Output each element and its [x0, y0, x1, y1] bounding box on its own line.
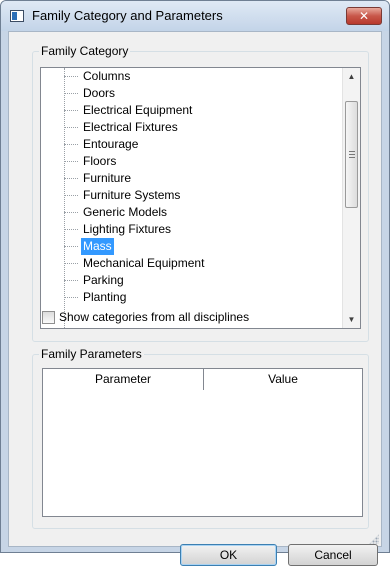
tree-connector-icon [64, 212, 78, 213]
category-item-label: Planting [83, 290, 127, 304]
tree-connector-icon [64, 229, 78, 230]
tree-connector-icon [64, 76, 78, 77]
scroll-grip-icon [349, 151, 355, 158]
scroll-down-arrow-icon[interactable]: ▼ [343, 311, 360, 328]
title-bar[interactable]: Family Category and Parameters ✕ [1, 1, 389, 31]
tree-connector-icon [64, 93, 78, 94]
category-item-label: Doors [83, 86, 116, 100]
parameters-table-header: Parameter Value [43, 369, 362, 390]
category-tree[interactable]: Columns Doors Electrical Equipment Electric… [40, 67, 361, 329]
category-item[interactable]: Mechanical Equipment [64, 255, 206, 272]
category-item[interactable]: Columns [64, 68, 132, 85]
category-item[interactable]: Electrical Fixtures [64, 119, 180, 136]
tree-connector-icon [64, 127, 78, 128]
category-item[interactable]: Generic Models [64, 204, 169, 221]
category-item[interactable]: Entourage [64, 136, 140, 153]
category-scrollbar[interactable]: ▲ ▼ [342, 68, 360, 328]
category-item-label: Floors [83, 154, 117, 168]
category-item-label: Electrical Fixtures [83, 120, 178, 134]
category-item[interactable]: Furniture [64, 170, 133, 187]
tree-connector-icon [64, 144, 78, 145]
category-item-label: Mass [81, 238, 114, 255]
dialog-body: Family Category Columns Doors Electrical E… [8, 31, 382, 566]
category-item[interactable]: Furniture Systems [64, 187, 182, 204]
category-tree-items: Columns Doors Electrical Equipment Electric… [41, 68, 342, 328]
show-all-disciplines-checkbox[interactable] [42, 310, 55, 324]
category-item-label: Columns [83, 69, 131, 83]
category-item[interactable]: Mass [64, 238, 114, 255]
dialog-window: Family Category and Parameters ✕ Family … [0, 0, 390, 566]
category-item[interactable]: Doors [64, 85, 117, 102]
category-item-label: Parking [83, 273, 124, 287]
category-item-label: Furniture Systems [83, 188, 181, 202]
column-header-value[interactable]: Value [204, 369, 362, 390]
resize-grip-icon[interactable] [369, 534, 379, 544]
category-item-label: Entourage [83, 137, 139, 151]
parameters-table[interactable]: Parameter Value [42, 368, 363, 517]
family-parameters-label: Family Parameters [39, 347, 144, 361]
category-item[interactable]: Planting [64, 289, 128, 306]
family-category-label: Family Category [39, 44, 131, 58]
tree-connector-icon [64, 110, 78, 111]
column-header-parameter[interactable]: Parameter [43, 369, 204, 390]
show-all-disciplines-row[interactable]: Show categories from all disciplines [42, 309, 249, 325]
tree-connector-icon [64, 178, 78, 179]
tree-connector-icon [64, 161, 78, 162]
show-all-disciplines-label[interactable]: Show categories from all disciplines [59, 310, 249, 324]
tree-connector-icon [64, 280, 78, 281]
tree-connector-icon [64, 263, 78, 264]
scroll-up-arrow-icon[interactable]: ▲ [343, 68, 360, 85]
scroll-thumb[interactable] [345, 101, 358, 208]
close-button[interactable]: ✕ [346, 7, 382, 25]
category-item-label: Mechanical Equipment [83, 256, 205, 270]
window-title: Family Category and Parameters [32, 8, 223, 23]
category-item[interactable]: Electrical Equipment [64, 102, 194, 119]
cancel-button[interactable]: Cancel [288, 544, 378, 566]
category-item[interactable]: Floors [64, 153, 118, 170]
tree-connector-icon [64, 297, 78, 298]
category-item-label: Furniture [83, 171, 132, 185]
tree-connector-icon [64, 246, 78, 247]
category-item-label: Generic Models [83, 205, 168, 219]
app-icon [10, 10, 24, 22]
category-item[interactable]: Parking [64, 272, 126, 289]
tree-connector-icon [64, 195, 78, 196]
category-item-label: Electrical Equipment [83, 103, 193, 117]
ok-button[interactable]: OK [180, 544, 277, 566]
category-item[interactable]: Lighting Fixtures [64, 221, 173, 238]
category-item-label: Lighting Fixtures [83, 222, 172, 236]
